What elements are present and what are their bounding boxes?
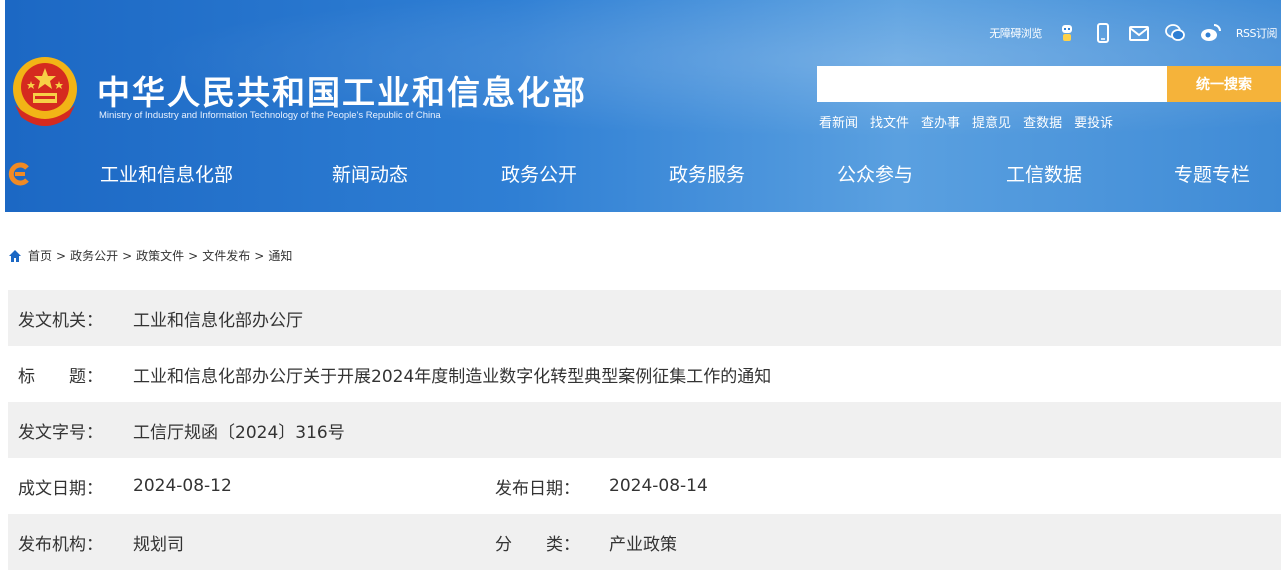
breadcrumb: 首页 > 政务公开 > 政策文件 > 文件发布 > 通知: [8, 247, 292, 264]
breadcrumb-gov-affairs[interactable]: 政务公开: [70, 247, 118, 264]
doc-no-value: 工信厅规函〔2024〕316号: [133, 422, 345, 443]
quick-link-services[interactable]: 查办事: [921, 112, 960, 131]
quick-link-data[interactable]: 查数据: [1023, 112, 1062, 131]
publish-date-label: 发布日期：: [495, 478, 580, 499]
rss-link[interactable]: RSS订阅: [1236, 25, 1278, 41]
issuer-label: 发文机关：: [18, 310, 103, 331]
nav-item-news[interactable]: 新闻动态: [332, 160, 408, 187]
search-input[interactable]: [817, 66, 1167, 102]
nav-item-gov-services[interactable]: 政务服务: [669, 160, 745, 187]
title-value: 工业和信息化部办公厅关于开展2024年度制造业数字化转型典型案例征集工作的通知: [133, 366, 772, 387]
quick-link-complaint[interactable]: 要投诉: [1074, 112, 1113, 131]
nav-item-ministry[interactable]: 工业和信息化部: [100, 160, 233, 187]
breadcrumb-separator: >: [122, 248, 133, 263]
quick-links: 看新闻 找文件 查办事 提意见 查数据 要投诉: [819, 112, 1113, 131]
category-value: 产业政策: [609, 534, 677, 555]
wechat-icon[interactable]: [1164, 22, 1186, 44]
issuer-value: 工业和信息化部办公厅: [133, 310, 303, 331]
site-header: 无障碍浏览 RSS订阅 中华人民共和国工业和信息化部 Ministry of I…: [5, 0, 1281, 212]
publish-date-value: 2024-08-14: [609, 476, 708, 496]
main-nav: 工业和信息化部 新闻动态 政务公开 政务服务 公众参与 工信数据 专题专栏: [5, 148, 1281, 204]
meta-row-doc-no: 发文字号： 工信厅规函〔2024〕316号: [8, 402, 1281, 458]
search-button[interactable]: 统一搜索: [1167, 66, 1281, 102]
category-label: 分 类：: [495, 534, 580, 555]
doc-no-label: 发文字号：: [18, 422, 103, 443]
breadcrumb-separator: >: [254, 248, 265, 263]
home-icon: [9, 249, 21, 262]
document-meta-table: 发文机关： 工业和信息化部办公厅 标 题： 工业和信息化部办公厅关于开展2024…: [8, 290, 1281, 570]
written-date-label: 成文日期：: [18, 478, 103, 499]
weibo-icon[interactable]: [1200, 22, 1222, 44]
robot-icon[interactable]: [1056, 22, 1078, 44]
site-title[interactable]: 中华人民共和国工业和信息化部: [97, 66, 587, 114]
meta-row-publisher: 发布机构： 规划司 分 类： 产业政策: [8, 514, 1281, 570]
meta-row-issuer: 发文机关： 工业和信息化部办公厅: [8, 290, 1281, 346]
breadcrumb-policy-docs[interactable]: 政策文件: [136, 247, 184, 264]
quick-link-feedback[interactable]: 提意见: [972, 112, 1011, 131]
accessibility-link[interactable]: 无障碍浏览: [989, 25, 1042, 41]
written-date-value: 2024-08-12: [133, 476, 232, 496]
utility-bar: 无障碍浏览 RSS订阅: [989, 20, 1278, 46]
quick-link-news[interactable]: 看新闻: [819, 112, 858, 131]
site-logo-icon: [8, 162, 29, 186]
breadcrumb-separator: >: [56, 248, 67, 263]
mobile-icon[interactable]: [1092, 22, 1114, 44]
breadcrumb-home[interactable]: 首页: [28, 247, 52, 264]
publisher-label: 发布机构：: [18, 534, 103, 555]
title-label: 标 题：: [18, 366, 103, 387]
nav-item-gov-affairs[interactable]: 政务公开: [501, 160, 577, 187]
nav-item-public[interactable]: 公众参与: [837, 160, 913, 187]
breadcrumb-separator: >: [188, 248, 199, 263]
publisher-value: 规划司: [133, 534, 184, 555]
quick-link-files[interactable]: 找文件: [870, 112, 909, 131]
breadcrumb-notice[interactable]: 通知: [268, 247, 292, 264]
national-emblem-icon: [13, 57, 77, 126]
mail-icon[interactable]: [1128, 22, 1150, 44]
breadcrumb-doc-release[interactable]: 文件发布: [202, 247, 250, 264]
meta-row-title: 标 题： 工业和信息化部办公厅关于开展2024年度制造业数字化转型典型案例征集工…: [8, 346, 1281, 402]
site-subtitle: Ministry of Industry and Information Tec…: [99, 110, 441, 121]
meta-row-dates: 成文日期： 2024-08-12 发布日期： 2024-08-14: [8, 458, 1281, 514]
nav-item-topics[interactable]: 专题专栏: [1174, 160, 1250, 187]
nav-item-data[interactable]: 工信数据: [1006, 160, 1082, 187]
